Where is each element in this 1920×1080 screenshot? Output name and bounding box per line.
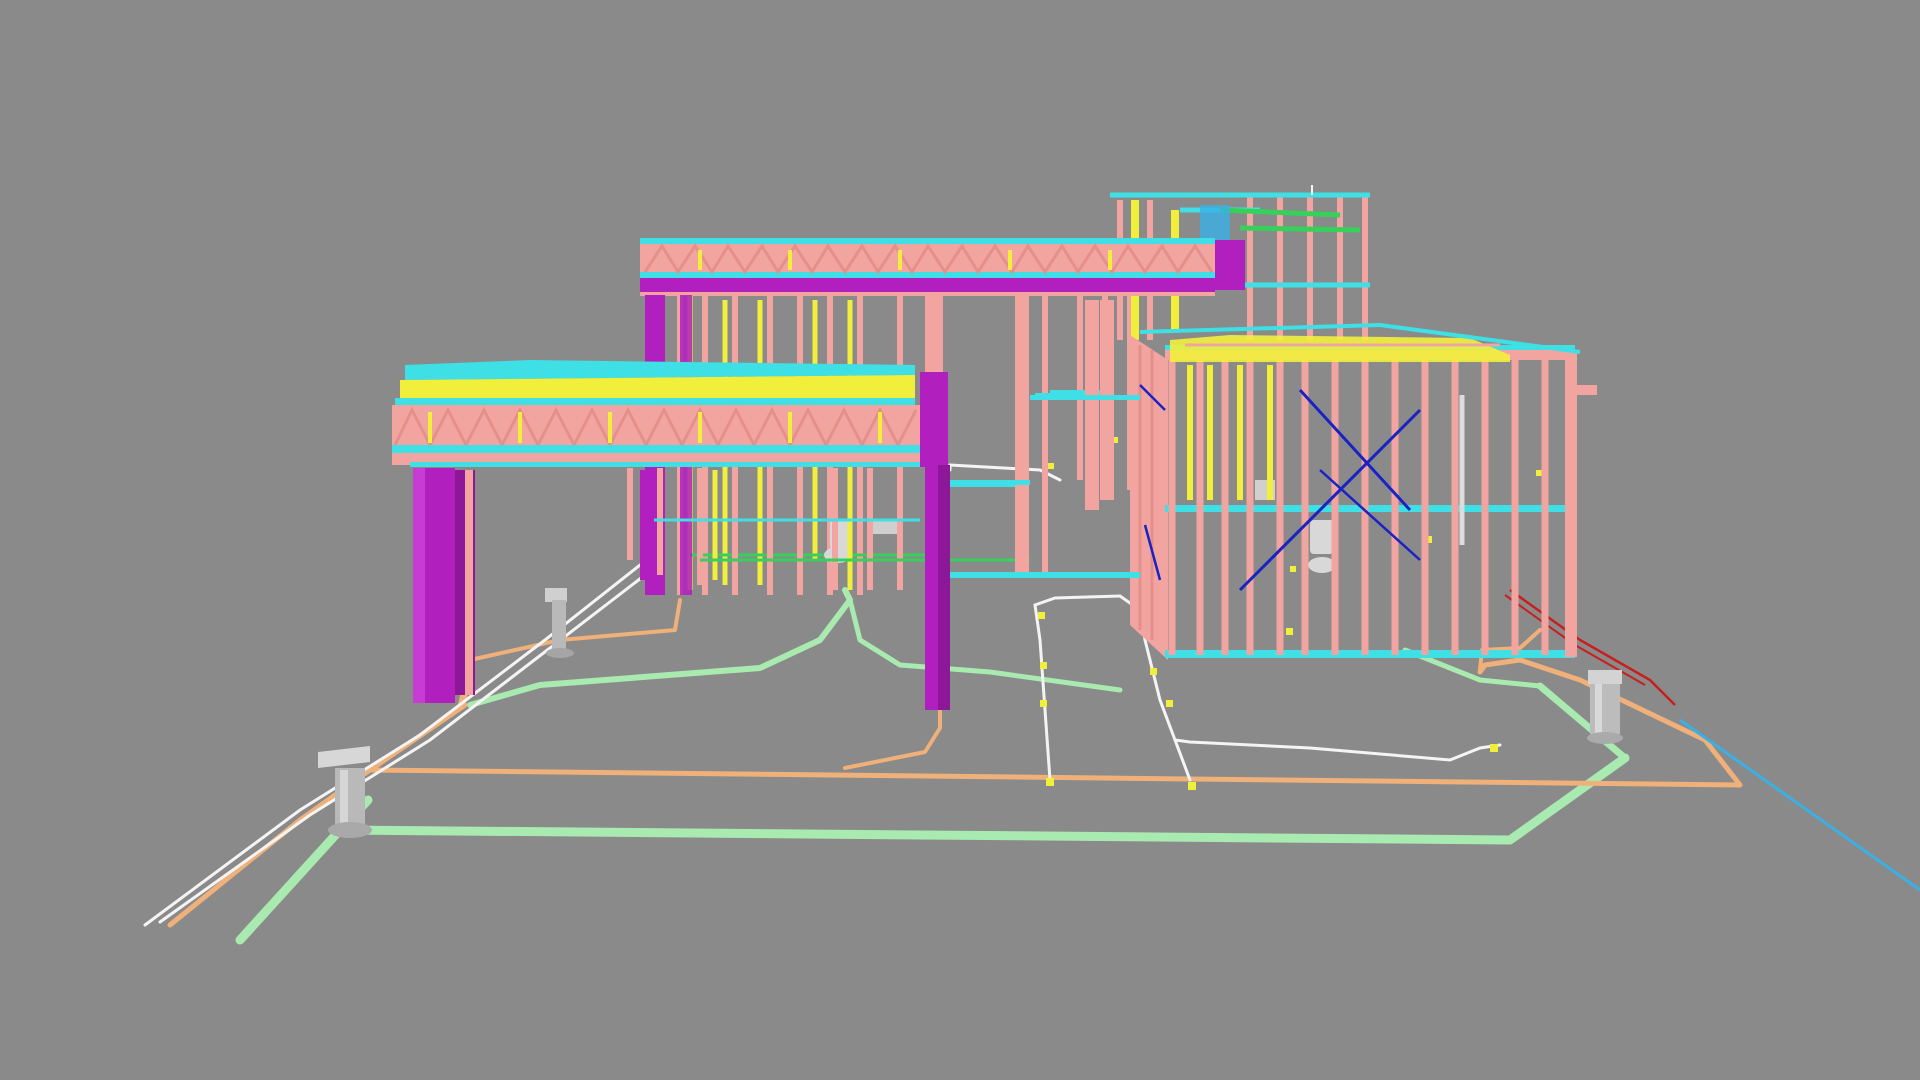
service-line-blue: [1679, 718, 1920, 892]
3d-viewport[interactable]: [0, 0, 1920, 1080]
drainage-pit-right: [1587, 670, 1623, 744]
front-left-roof-truss: [392, 360, 948, 467]
upper-roof-truss: [640, 238, 1245, 296]
water-pipe-orange: [167, 518, 1743, 928]
building-frame-model[interactable]: [0, 0, 1920, 1080]
underground-services: [143, 437, 1920, 945]
